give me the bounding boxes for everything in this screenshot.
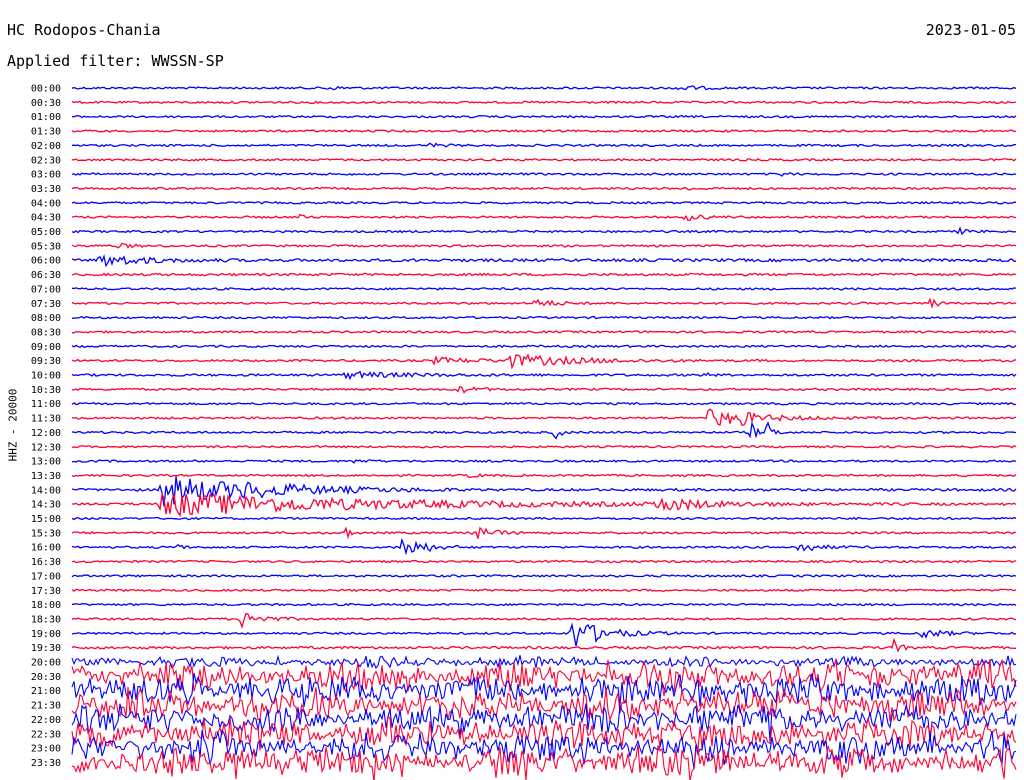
row-label-1500: 15:00 xyxy=(31,514,61,525)
row-label-0200: 02:00 xyxy=(31,141,61,152)
trace-row-0900 xyxy=(71,344,1017,349)
row-label-1530: 15:30 xyxy=(31,528,61,539)
row-label-0130: 01:30 xyxy=(31,127,61,138)
row-label-2030: 20:30 xyxy=(31,672,61,683)
row-label-1300: 13:00 xyxy=(31,457,61,468)
row-label-1230: 12:30 xyxy=(31,442,61,453)
trace-row-1700 xyxy=(71,574,1017,578)
trace-row-0400 xyxy=(71,200,1017,205)
row-label-0800: 08:00 xyxy=(31,313,61,324)
helicorder-plot: 00:00 00:30 01:00 01:30 02:00 02:30 03:00 03:30… xyxy=(31,84,1017,780)
trace-row-0130 xyxy=(71,129,1017,133)
row-label-1000: 10:00 xyxy=(31,371,61,382)
row-label-1130: 11:30 xyxy=(31,414,61,425)
trace-row-0530 xyxy=(71,242,1017,249)
trace-row-1100 xyxy=(71,401,1017,406)
trace-row-1530 xyxy=(71,526,1017,540)
row-label-2200: 22:00 xyxy=(31,715,61,726)
trace-row-1500 xyxy=(71,516,1017,521)
row-label-0000: 00:00 xyxy=(31,84,61,95)
trace-row-1430 xyxy=(71,492,1017,518)
trace-row-1830 xyxy=(71,612,1017,629)
row-label-0300: 03:00 xyxy=(31,170,61,181)
row-label-1430: 14:30 xyxy=(31,500,61,511)
trace-row-1300 xyxy=(71,459,1017,464)
trace-row-0500 xyxy=(71,226,1017,236)
row-label-0500: 05:00 xyxy=(31,227,61,238)
row-label-1330: 13:30 xyxy=(31,471,61,482)
row-label-0430: 04:30 xyxy=(31,213,61,224)
trace-row-1030 xyxy=(71,385,1017,394)
trace-row-1730 xyxy=(71,588,1017,593)
trace-row-1130 xyxy=(71,408,1017,426)
row-label-0700: 07:00 xyxy=(31,284,61,295)
trace-row-1230 xyxy=(71,444,1017,449)
row-label-1730: 17:30 xyxy=(31,586,61,597)
row-label-0400: 04:00 xyxy=(31,198,61,209)
row-label-0630: 06:30 xyxy=(31,270,61,281)
trace-row-1000 xyxy=(71,370,1017,381)
row-label-0330: 03:30 xyxy=(31,184,61,195)
row-label-0530: 05:30 xyxy=(31,241,61,252)
trace-row-0630 xyxy=(71,272,1017,277)
trace-row-2030 xyxy=(71,658,1017,697)
trace-row-1400 xyxy=(71,476,1017,507)
row-label-1600: 16:00 xyxy=(31,543,61,554)
trace-row-1930 xyxy=(71,637,1016,653)
trace-row-0330 xyxy=(71,186,1017,191)
row-label-0930: 09:30 xyxy=(31,356,61,367)
trace-row-2330 xyxy=(71,744,1017,780)
row-label-0030: 00:30 xyxy=(31,98,61,109)
row-label-0100: 01:00 xyxy=(31,112,61,123)
trace-row-1600 xyxy=(71,537,1017,556)
row-label-1830: 18:30 xyxy=(31,614,61,625)
row-label-1800: 18:00 xyxy=(31,600,61,611)
trace-row-0300 xyxy=(71,171,1017,177)
trace-row-0430 xyxy=(72,213,1017,222)
trace-row-2000 xyxy=(71,654,1017,670)
trace-row-0800 xyxy=(72,315,1017,320)
trace-row-0730 xyxy=(71,297,1017,310)
trace-row-1630 xyxy=(71,559,1017,564)
row-label-1930: 19:30 xyxy=(31,643,61,654)
row-label-1630: 16:30 xyxy=(31,557,61,568)
row-label-2230: 22:30 xyxy=(31,729,61,740)
trace-row-0700 xyxy=(71,287,1017,291)
row-label-1200: 12:00 xyxy=(31,428,61,439)
trace-row-1900 xyxy=(71,622,1017,647)
row-label-0230: 02:30 xyxy=(31,155,61,166)
trace-row-1330 xyxy=(71,473,1017,479)
row-label-0600: 06:00 xyxy=(31,256,61,267)
trace-row-0000 xyxy=(71,85,1017,91)
row-label-0900: 09:00 xyxy=(31,342,61,353)
trace-row-0930 xyxy=(71,353,1017,370)
trace-row-0830 xyxy=(72,330,1017,334)
trace-row-0100 xyxy=(71,114,1017,119)
trace-row-0200 xyxy=(71,142,1016,148)
trace-row-0600 xyxy=(71,254,1017,268)
row-label-2100: 21:00 xyxy=(31,686,61,697)
row-label-2330: 23:30 xyxy=(31,758,61,769)
row-label-1030: 10:30 xyxy=(31,385,61,396)
row-label-0830: 08:30 xyxy=(31,327,61,338)
trace-row-0030 xyxy=(71,100,1017,105)
row-label-0730: 07:30 xyxy=(31,299,61,310)
row-label-2000: 20:00 xyxy=(31,658,61,669)
trace-row-1800 xyxy=(72,602,1017,607)
row-label-2300: 23:00 xyxy=(31,744,61,755)
row-label-2130: 21:30 xyxy=(31,701,61,712)
trace-row-0230 xyxy=(71,157,1017,162)
row-label-1400: 14:00 xyxy=(31,485,61,496)
row-label-1900: 19:00 xyxy=(31,629,61,640)
row-label-1700: 17:00 xyxy=(31,571,61,582)
trace-row-1200 xyxy=(71,421,1017,440)
row-label-1100: 11:00 xyxy=(31,399,61,410)
